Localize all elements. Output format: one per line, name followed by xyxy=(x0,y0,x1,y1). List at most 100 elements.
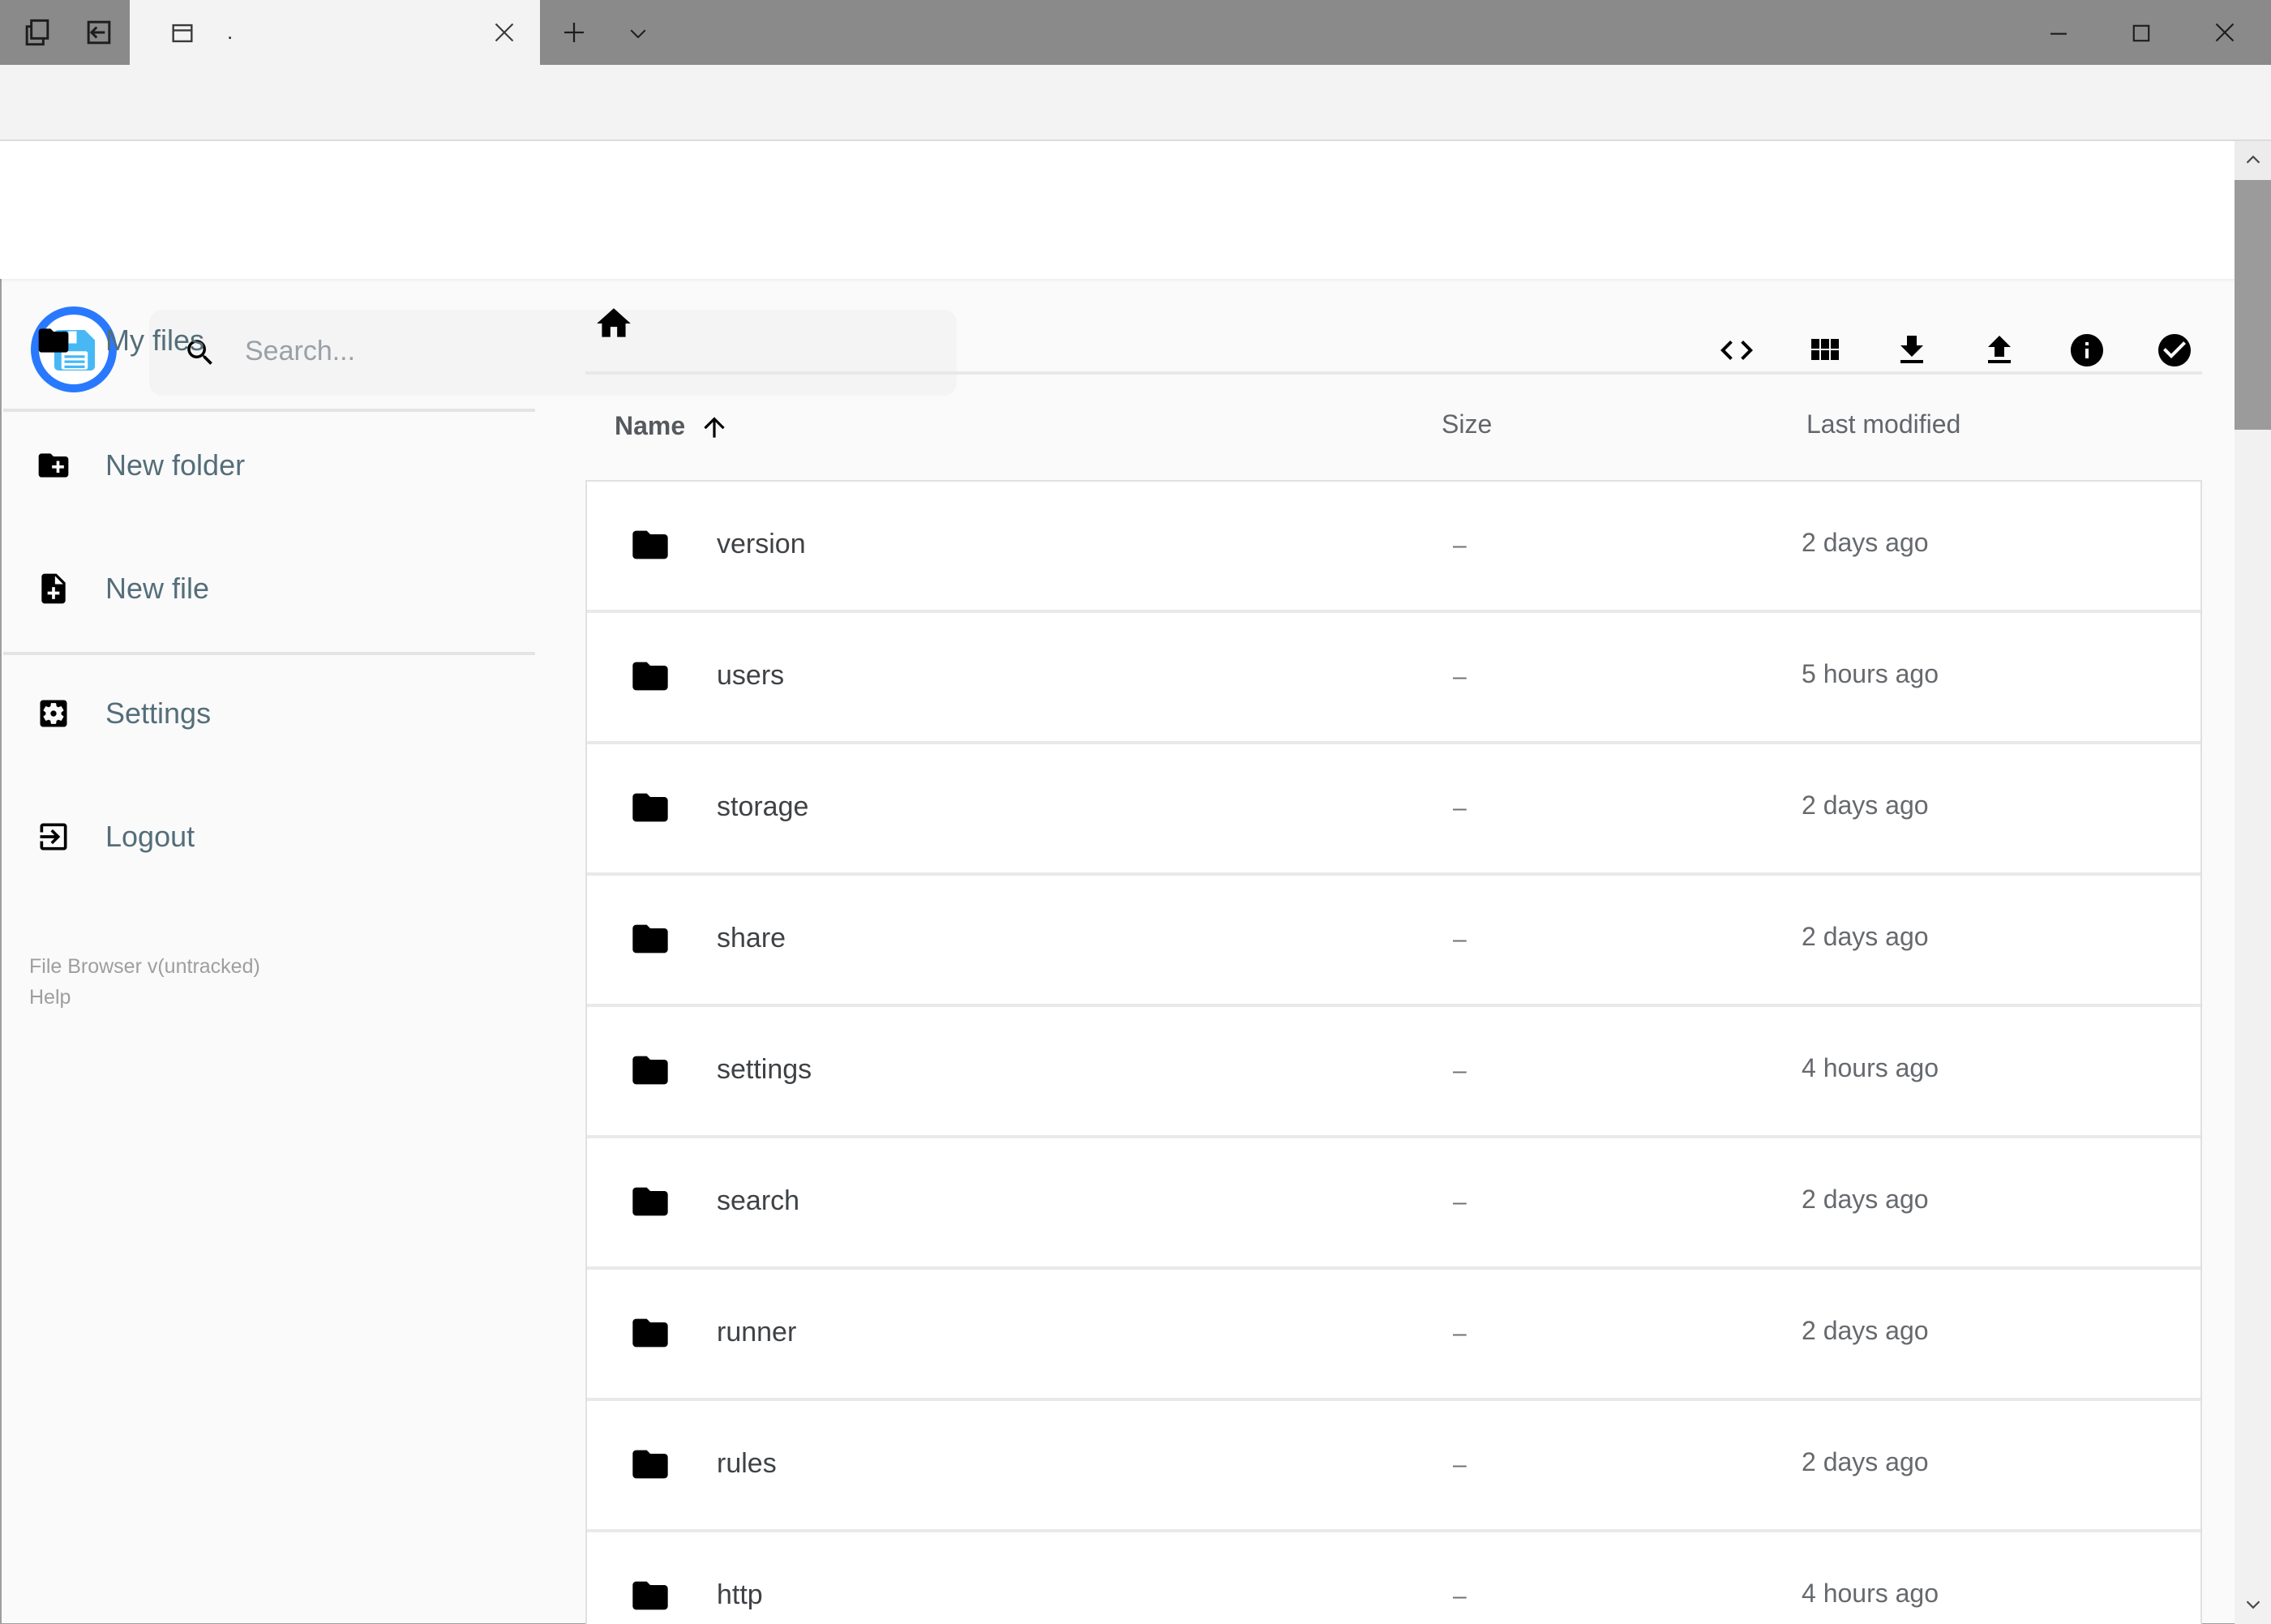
folder-icon xyxy=(629,1312,671,1354)
window-controls xyxy=(2044,0,2258,65)
folder-icon xyxy=(629,655,671,697)
file-modified: 4 hours ago xyxy=(1802,1581,1939,1609)
logout-icon xyxy=(36,819,71,855)
sidebar-divider xyxy=(3,409,535,411)
sidebar-item-label: My files xyxy=(105,324,205,356)
sidebar-item-new-folder[interactable]: New folder xyxy=(36,426,245,504)
switch-view-grid-icon[interactable] xyxy=(1805,330,1844,369)
file-size: – xyxy=(1453,1583,1467,1610)
app-version-text: File Browser v(untracked) xyxy=(29,955,260,978)
sidebar-item-settings[interactable]: Settings xyxy=(36,675,211,752)
table-row[interactable]: rules – 2 days ago xyxy=(587,1401,2200,1532)
folder-icon xyxy=(36,323,71,358)
browser-window: . filebrowser.web/files/ xyxy=(0,0,2271,1624)
table-row[interactable]: users – 5 hours ago xyxy=(587,613,2200,744)
header-toolbar xyxy=(1717,330,2194,369)
table-row[interactable]: search – 2 days ago xyxy=(587,1138,2200,1270)
sidebar-item-label: Logout xyxy=(105,820,195,852)
app-header xyxy=(0,140,2271,395)
file-size: – xyxy=(1453,1057,1467,1085)
upload-icon[interactable] xyxy=(1980,330,2019,369)
sidebar-item-label: New folder xyxy=(105,448,246,481)
file-name: http xyxy=(717,1579,763,1610)
restore-tabs-icon[interactable] xyxy=(81,15,117,50)
table-row[interactable]: runner – 2 days ago xyxy=(587,1270,2200,1401)
scrollbar-thumb[interactable] xyxy=(2235,180,2271,430)
search-bar[interactable] xyxy=(149,309,957,395)
column-header-name[interactable]: Name xyxy=(615,412,729,443)
column-header-last-modified[interactable]: Last modified xyxy=(1806,412,1960,441)
search-input[interactable] xyxy=(242,334,864,370)
folder-icon xyxy=(629,786,671,829)
file-name: rules xyxy=(717,1448,777,1479)
scrollbar-up-button[interactable] xyxy=(2235,140,2271,179)
folder-icon xyxy=(629,1049,671,1091)
sidebar-item-label: New file xyxy=(105,572,210,604)
folder-icon xyxy=(629,918,671,960)
folder-icon xyxy=(629,524,671,566)
file-size: – xyxy=(1453,1320,1467,1348)
tab-page-icon xyxy=(169,19,196,47)
help-link[interactable]: Help xyxy=(29,986,71,1009)
chevron-down-icon xyxy=(2241,1592,2265,1617)
table-row[interactable]: storage – 2 days ago xyxy=(587,744,2200,876)
raw-editor-code-icon[interactable] xyxy=(1717,330,1756,369)
folder-icon xyxy=(629,1181,671,1223)
browser-tab-bar: . xyxy=(0,0,2271,65)
file-modified: 5 hours ago xyxy=(1802,662,1939,689)
file-size: – xyxy=(1453,1451,1467,1479)
file-modified: 4 hours ago xyxy=(1802,1056,1939,1083)
new-file-icon xyxy=(36,571,71,606)
table-row[interactable]: http – 4 hours ago xyxy=(587,1532,2200,1624)
folder-icon xyxy=(629,1443,671,1485)
file-modified: 2 days ago xyxy=(1802,1187,1929,1215)
file-size: – xyxy=(1453,795,1467,822)
browser-nav-bar: filebrowser.web/files/ xyxy=(0,65,2271,195)
file-name: share xyxy=(717,923,786,953)
minimize-icon[interactable] xyxy=(2044,19,2072,46)
table-row[interactable]: share – 2 days ago xyxy=(587,876,2200,1007)
column-label: Name xyxy=(615,413,686,440)
breadcrumb-home-icon[interactable] xyxy=(593,303,634,344)
file-modified: 2 days ago xyxy=(1802,1318,1929,1346)
file-size: – xyxy=(1453,926,1467,953)
file-name: users xyxy=(717,660,785,691)
file-name: settings xyxy=(717,1054,812,1085)
maximize-icon[interactable] xyxy=(2127,19,2154,46)
breadcrumb-divider xyxy=(585,371,2202,374)
download-icon[interactable] xyxy=(1892,330,1931,369)
close-icon[interactable] xyxy=(2209,18,2239,47)
chevron-up-icon xyxy=(2241,148,2265,172)
select-multiple-icon[interactable] xyxy=(2155,330,2194,369)
new-tab-icon[interactable] xyxy=(559,18,589,47)
file-modified: 2 days ago xyxy=(1802,1450,1929,1477)
sidebar-item-my-files[interactable]: My files xyxy=(36,302,204,379)
browser-tab[interactable]: . xyxy=(130,0,540,65)
sidebar-divider xyxy=(3,652,535,654)
file-size: – xyxy=(1453,532,1467,559)
sidebar-item-logout[interactable]: Logout xyxy=(36,798,195,876)
new-folder-icon xyxy=(36,448,71,483)
table-row[interactable]: settings – 4 hours ago xyxy=(587,1007,2200,1138)
file-listing: version – 2 days ago users – 5 hours ago… xyxy=(585,480,2202,1624)
file-name: version xyxy=(717,529,806,559)
sidebar-item-label: Settings xyxy=(105,696,212,729)
scrollbar-down-button[interactable] xyxy=(2235,1585,2271,1624)
table-row[interactable]: version – 2 days ago xyxy=(587,482,2200,613)
tab-close-icon[interactable] xyxy=(490,18,519,47)
sidebar-item-new-file[interactable]: New file xyxy=(36,550,209,628)
info-icon[interactable] xyxy=(2067,330,2106,369)
file-modified: 2 days ago xyxy=(1802,530,1929,558)
tabs-aside-icon[interactable] xyxy=(19,15,55,50)
file-size: – xyxy=(1453,663,1467,691)
tab-title: . xyxy=(227,19,234,44)
file-name: runner xyxy=(717,1317,797,1348)
file-size: – xyxy=(1453,1189,1467,1216)
sort-ascending-icon xyxy=(698,412,729,443)
column-header-size[interactable]: Size xyxy=(1442,412,1492,441)
gear-icon xyxy=(36,696,71,731)
tab-list-chevron-icon[interactable] xyxy=(626,21,650,45)
file-modified: 2 days ago xyxy=(1802,793,1929,821)
file-modified: 2 days ago xyxy=(1802,924,1929,952)
file-name: search xyxy=(717,1185,800,1216)
